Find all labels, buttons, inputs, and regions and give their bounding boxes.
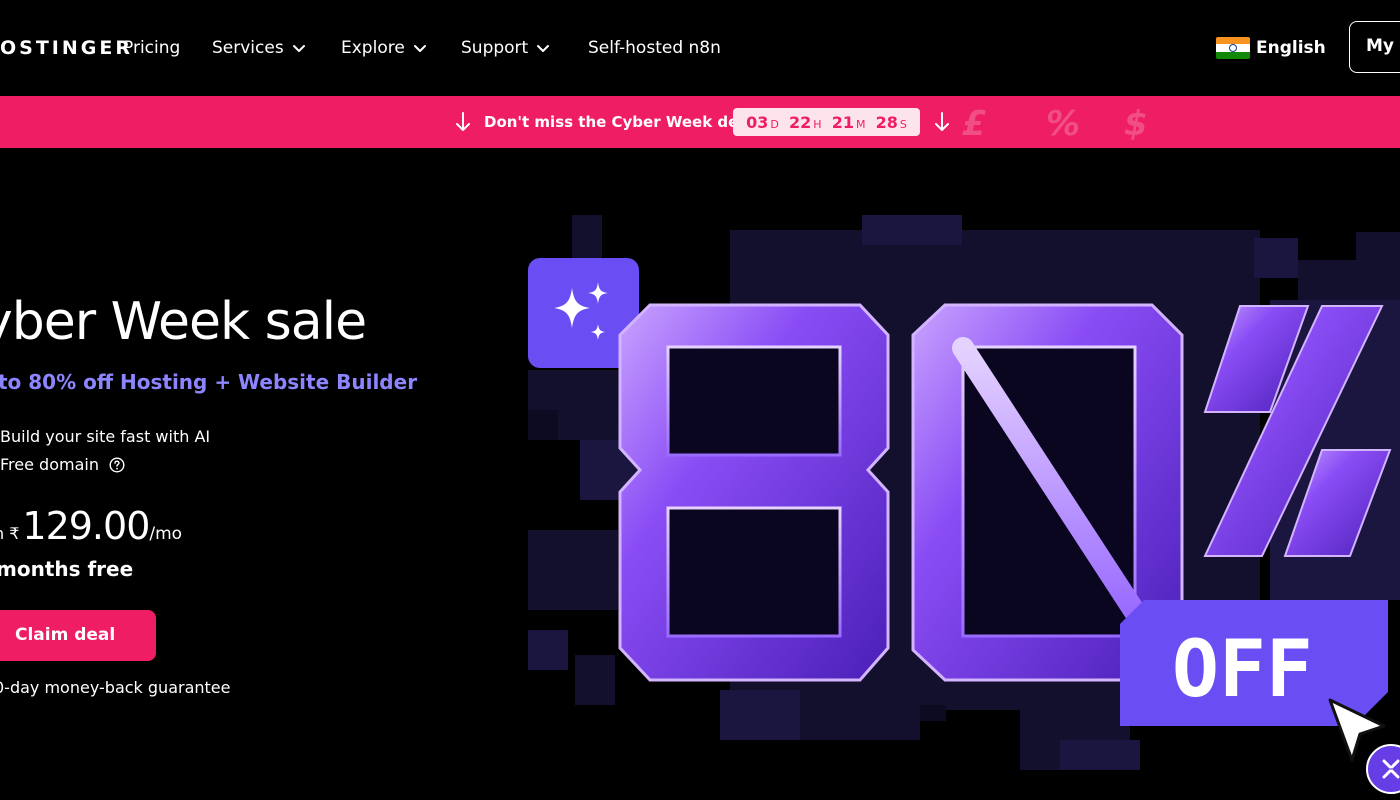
chat-assistant-icon [1382,759,1400,779]
help-circle-icon[interactable] [109,456,125,473]
feature-free-domain-label: Free domain [0,455,99,474]
price: n ₹ 129.00 /mo [0,504,182,548]
feature-ai-builder-label: Build your site fast with AI [0,427,211,446]
page: OSTINGER Pricing Services Explore Suppor… [0,0,1400,800]
feature-free-domain: Free domain [0,455,125,474]
hero-title: yber Week sale [0,292,367,352]
claim-deal-button[interactable]: Claim deal [0,610,156,661]
price-period: /mo [149,524,183,544]
price-prefix: n ₹ [0,524,20,543]
off-label: OFF [1172,625,1313,715]
feature-ai-builder: Build your site fast with AI [0,427,210,446]
price-value: 129.00 [22,504,150,548]
money-back-guarantee: 0-day money-back guarantee [0,678,231,697]
months-free-label: months free [0,557,134,581]
chat-assistant-button[interactable] [1366,744,1400,794]
hero-subtitle: to 80% off Hosting + Website Builder [0,370,418,394]
